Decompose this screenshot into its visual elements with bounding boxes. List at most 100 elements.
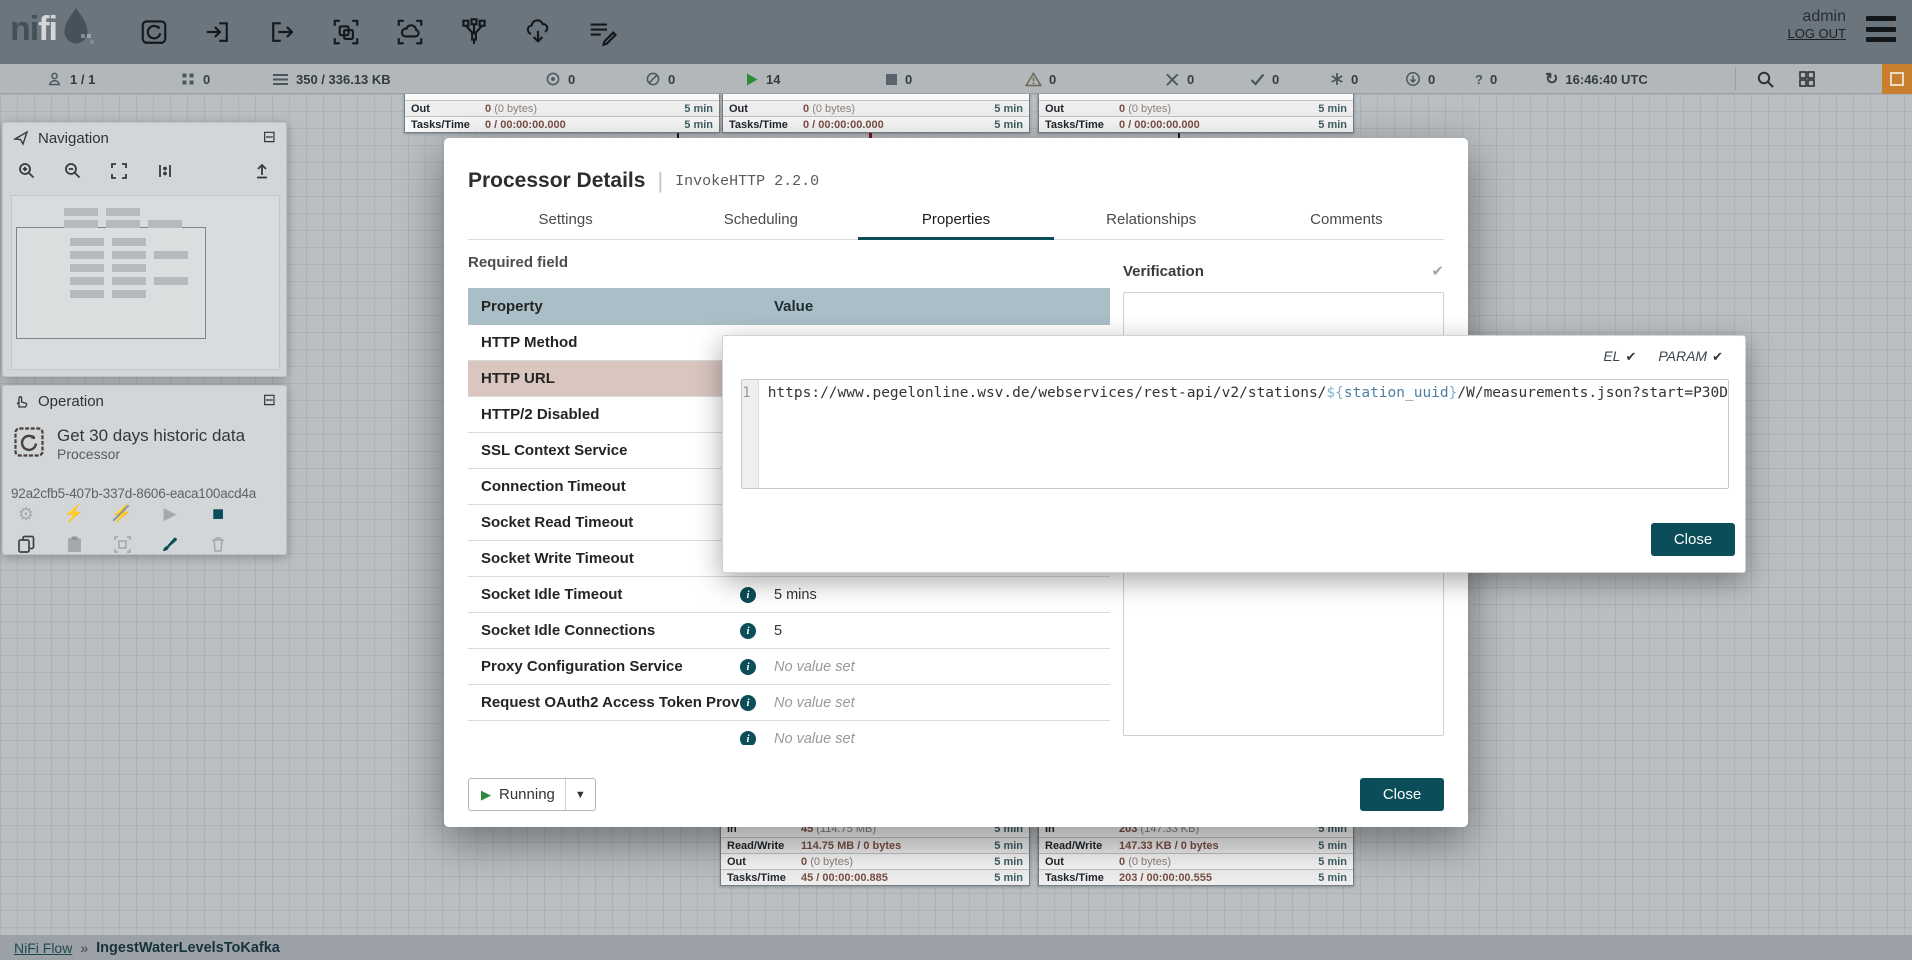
property-name: Socket Idle Timeout [481, 586, 740, 603]
remote-process-group-toolbar-icon[interactable] [390, 12, 430, 52]
refresh-icon[interactable]: ↻ [1545, 69, 1558, 89]
import-from-registry-toolbar-icon[interactable] [518, 12, 558, 52]
property-name: SSL Context Service [481, 442, 740, 459]
stats-count: 203 / 00:00:00.555 [1119, 872, 1212, 884]
breadcrumb-separator: » [80, 940, 88, 956]
property-name: Socket Read Timeout [481, 514, 740, 531]
tab-relationships[interactable]: Relationships [1054, 200, 1249, 239]
stats-window: 5 min [671, 119, 719, 131]
delete-icon[interactable] [205, 532, 231, 556]
stats-window: 5 min [981, 840, 1029, 852]
funnel-toolbar-icon[interactable] [454, 12, 494, 52]
property-value-editor[interactable]: 1 https://www.pegelonline.wsv.de/webserv… [741, 379, 1729, 489]
status-not-transmitting: 0 [645, 64, 675, 94]
stats-label: Tasks/Time [1039, 872, 1119, 884]
stats-label: Out [723, 103, 803, 115]
property-info-icon[interactable]: i [740, 659, 756, 675]
processor-stats-table[interactable]: Out0 (0 bytes)5 minTasks/Time0 / 00:00:0… [722, 93, 1030, 133]
not-transmitting-icon [645, 71, 661, 87]
flow-overview-button[interactable] [1794, 66, 1820, 92]
color-icon[interactable] [157, 532, 183, 556]
property-value[interactable]: No value set [764, 695, 1110, 711]
tab-scheduling[interactable]: Scheduling [663, 200, 858, 239]
run-status-caret-icon[interactable]: ▼ [565, 779, 595, 810]
property-info-icon[interactable]: i [740, 695, 756, 711]
property-name: Socket Write Timeout [481, 550, 740, 567]
property-row[interactable]: Proxy Configuration ServiceiNo value set [468, 649, 1110, 685]
dialog-title: Processor Details [468, 169, 645, 193]
minimap-block [112, 277, 146, 285]
status-disabled: 0 [1165, 64, 1194, 94]
stats-extra: (0 bytes) [1128, 103, 1171, 115]
property-value[interactable]: 5 mins [764, 587, 1110, 603]
label-toolbar-icon[interactable] [582, 12, 622, 52]
editor-close-button[interactable]: Close [1651, 523, 1735, 556]
tab-properties[interactable]: Properties [858, 200, 1053, 239]
property-info-icon[interactable]: i [740, 587, 756, 603]
stats-count: 0 / 00:00:00.000 [485, 119, 566, 131]
tab-comments[interactable]: Comments [1249, 200, 1444, 239]
last-refresh[interactable]: ↻ 16:46:40 UTC [1545, 64, 1648, 94]
property-row[interactable]: Socket Idle Timeouti 5 mins [468, 577, 1110, 613]
search-icon [1756, 70, 1775, 89]
zoom-out-icon[interactable] [63, 161, 83, 181]
birdseye-minimap[interactable] [11, 195, 280, 370]
tab-settings[interactable]: Settings [468, 200, 663, 239]
stats-count: 147.33 KB / 0 bytes [1119, 840, 1219, 852]
transmitting-icon [545, 71, 561, 87]
process-group-toolbar-icon[interactable] [326, 12, 366, 52]
actual-size-icon[interactable] [155, 161, 175, 181]
stop-icon[interactable]: ■ [205, 502, 231, 526]
group-icon[interactable] [109, 532, 135, 556]
processor-stats-table[interactable]: In45 (114.75 MB)5 minRead/Write114.75 MB… [720, 820, 1030, 886]
configure-icon[interactable]: ⚙ [13, 502, 39, 526]
copy-icon[interactable] [13, 532, 39, 556]
property-value[interactable]: 5 [764, 623, 1110, 639]
global-menu-icon[interactable] [1866, 16, 1896, 42]
property-value[interactable]: No value set [764, 659, 1110, 675]
search-button[interactable] [1752, 66, 1778, 92]
property-info-icon[interactable]: i [740, 623, 756, 639]
stats-label: Read/Write [1039, 840, 1119, 852]
logo-text: ni [10, 10, 38, 49]
processor-toolbar-icon[interactable] [134, 12, 174, 52]
output-port-toolbar-icon[interactable] [262, 12, 302, 52]
processor-stats-table[interactable]: In203 (147.33 KB)5 minRead/Write147.33 K… [1038, 820, 1354, 886]
collapse-navigation-icon[interactable]: ⊟ [263, 130, 276, 146]
status-value: 0 [1490, 72, 1497, 87]
property-row[interactable]: i No value set [468, 721, 1110, 745]
input-port-toolbar-icon[interactable] [198, 12, 238, 52]
enable-icon[interactable]: ⚡ [61, 502, 87, 526]
pan-up-icon[interactable] [252, 161, 272, 181]
verification-check-icon[interactable]: ✔ [1431, 262, 1444, 280]
breadcrumb-root-link[interactable]: NiFi Flow [14, 940, 72, 956]
status-value: 0 [1049, 72, 1056, 87]
dialog-subtitle: InvokeHTTP 2.2.0 [675, 173, 819, 190]
notice-button[interactable] [1882, 64, 1912, 94]
collapse-operation-icon[interactable]: ⊟ [263, 393, 276, 409]
stats-row: Out0 (0 bytes)5 min [1039, 100, 1353, 116]
disable-icon[interactable]: ⚡ [109, 502, 135, 526]
stats-label: Tasks/Time [723, 119, 803, 131]
property-value[interactable]: No value set [764, 731, 1110, 746]
run-status-button[interactable]: ▶ Running ▼ [468, 778, 596, 811]
status-transmitting: 0 [545, 64, 575, 94]
processor-stats-table[interactable]: Out0 (0 bytes)5 minTasks/Time0 / 00:00:0… [1038, 93, 1354, 133]
start-icon[interactable]: ▶ [157, 502, 183, 526]
stats-count: 45 / 00:00:00.885 [801, 872, 888, 884]
stats-row: Tasks/Time203 / 00:00:00.555 5 min [1039, 869, 1353, 885]
paste-icon[interactable] [61, 532, 87, 556]
zoom-in-icon[interactable] [17, 161, 37, 181]
minimap-block [112, 251, 146, 259]
zoom-fit-icon[interactable] [109, 161, 129, 181]
stats-count: 0 [803, 103, 809, 115]
property-row[interactable]: Request OAuth2 Access Token Provideri No … [468, 685, 1110, 721]
property-info-icon[interactable]: i [740, 731, 756, 746]
property-row[interactable]: Socket Idle Connectionsi5 [468, 613, 1110, 649]
property-value-input[interactable]: https://www.pegelonline.wsv.de/webservic… [759, 380, 1728, 488]
dialog-close-button[interactable]: Close [1360, 778, 1444, 811]
logout-link[interactable]: LOG OUT [1787, 26, 1846, 41]
property-name: Request OAuth2 Access Token Provider [481, 694, 740, 711]
processor-stats-table[interactable]: Out0 (0 bytes)5 minTasks/Time0 / 00:00:0… [404, 93, 720, 133]
flow-overview-icon [1798, 70, 1816, 88]
